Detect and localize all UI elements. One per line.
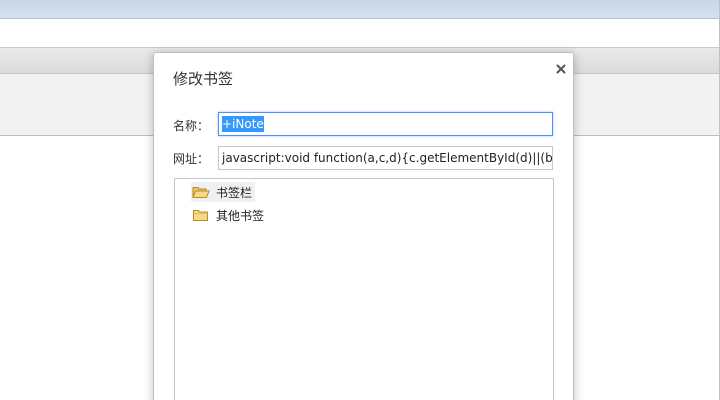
address-bar[interactable]: [0, 18, 720, 48]
folder-tree[interactable]: 书签栏 其他书签: [174, 178, 554, 400]
dialog-title: 修改书签: [173, 70, 234, 88]
name-input[interactable]: +iNote: [218, 112, 553, 136]
folder-icon: [192, 208, 210, 222]
name-input-value: +iNote: [222, 116, 264, 132]
folder-item-bookmarks-bar[interactable]: 书签栏: [191, 182, 256, 202]
edit-bookmark-dialog: 修改书签 名称： +iNote 网址： javascript:void func…: [153, 52, 574, 400]
url-input[interactable]: javascript:void function(a,c,d){c.getEle…: [218, 146, 553, 170]
screen: 修改书签 名称： +iNote 网址： javascript:void func…: [0, 0, 720, 400]
folder-open-icon: [192, 185, 210, 199]
url-label: 网址：: [173, 152, 210, 166]
folder-item-label: 书签栏: [216, 185, 253, 200]
name-label: 名称：: [173, 119, 210, 133]
window-titlebar: [0, 0, 720, 18]
folder-item-label: 其他书签: [216, 208, 265, 223]
close-icon: [556, 64, 566, 74]
folder-item-other-bookmarks[interactable]: 其他书签: [191, 205, 267, 225]
close-button[interactable]: [554, 62, 568, 76]
